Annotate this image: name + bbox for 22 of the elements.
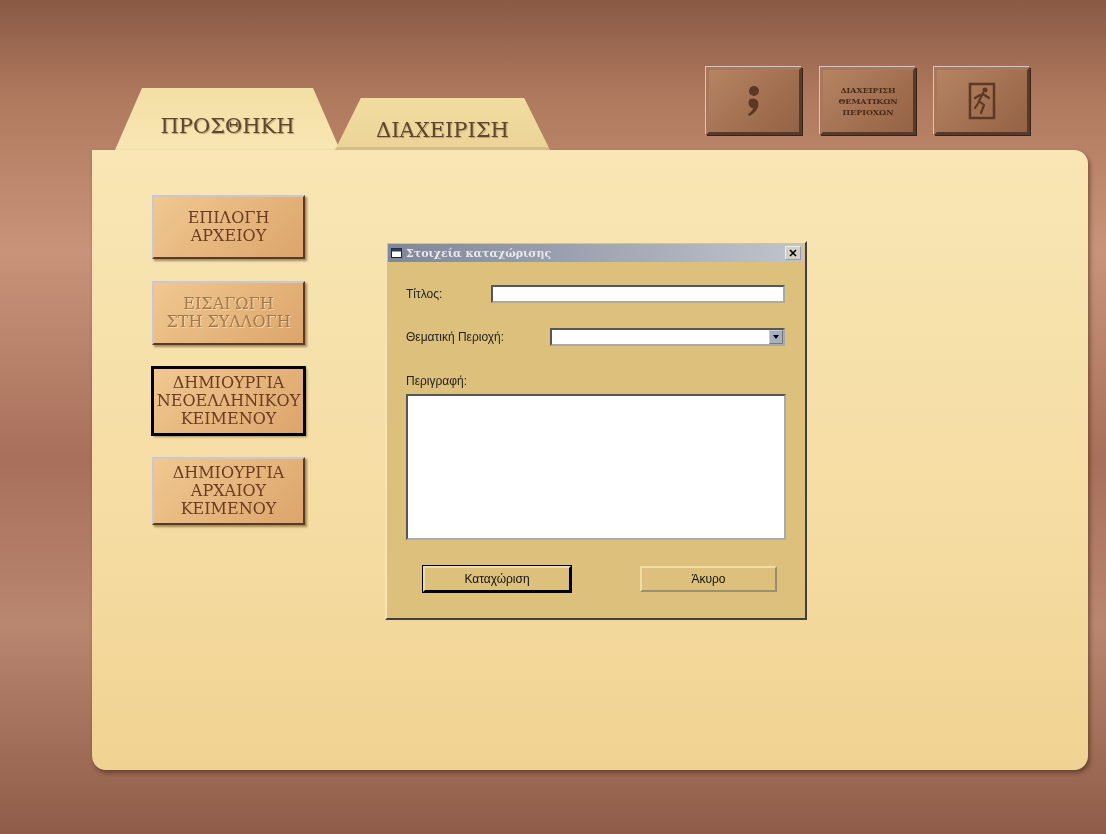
submit-button[interactable]: Καταχώριση	[423, 566, 571, 592]
field-label: Τίτλος:	[406, 287, 444, 301]
tab[interactable]: ΠΡΟΣΘΗΚΗ	[115, 88, 340, 150]
window-icon	[391, 248, 402, 258]
topic-dropdown[interactable]	[549, 328, 785, 346]
field-label: Θεματική Περιοχή:	[406, 330, 506, 344]
description-field[interactable]	[406, 394, 786, 540]
tab[interactable]: ΔΙΑΧΕΙΡΙΣΗ	[335, 98, 550, 150]
action-button[interactable]: ΔΗΜΙΟΥΡΓΙΑ ΝΕΟΕΛΛΗΝΙΚΟΥ ΚΕΙΜΕΝΟΥ	[152, 367, 305, 435]
close-button[interactable]	[785, 246, 801, 260]
action-button[interactable]: ΕΠΙΛΟΓΗ ΑΡΧΕΙΟΥ	[152, 195, 305, 259]
manage-topics-button[interactable]: ΔΙΑΧΕΙΡΙΣΗ ΘΕΜΑΤΙΚΩΝ ΠΕΡΙΟΧΩΝ	[820, 67, 916, 135]
dialog-title: Στοιχεία καταχώρισης	[406, 246, 553, 260]
comment-button[interactable]	[706, 67, 802, 135]
running-man-icon	[968, 82, 996, 120]
title-field[interactable]	[491, 285, 785, 303]
action-button[interactable]: ΔΗΜΙΟΥΡΓΙΑ ΑΡΧΑΙΟΥ ΚΕΙΜΕΝΟΥ	[152, 457, 305, 525]
close-icon	[789, 249, 797, 257]
field-label: Περιγραφή:	[406, 374, 469, 388]
cancel-button[interactable]: Άκυρο	[640, 566, 777, 592]
exit-button[interactable]	[934, 67, 1030, 135]
caret-icon	[773, 335, 779, 339]
